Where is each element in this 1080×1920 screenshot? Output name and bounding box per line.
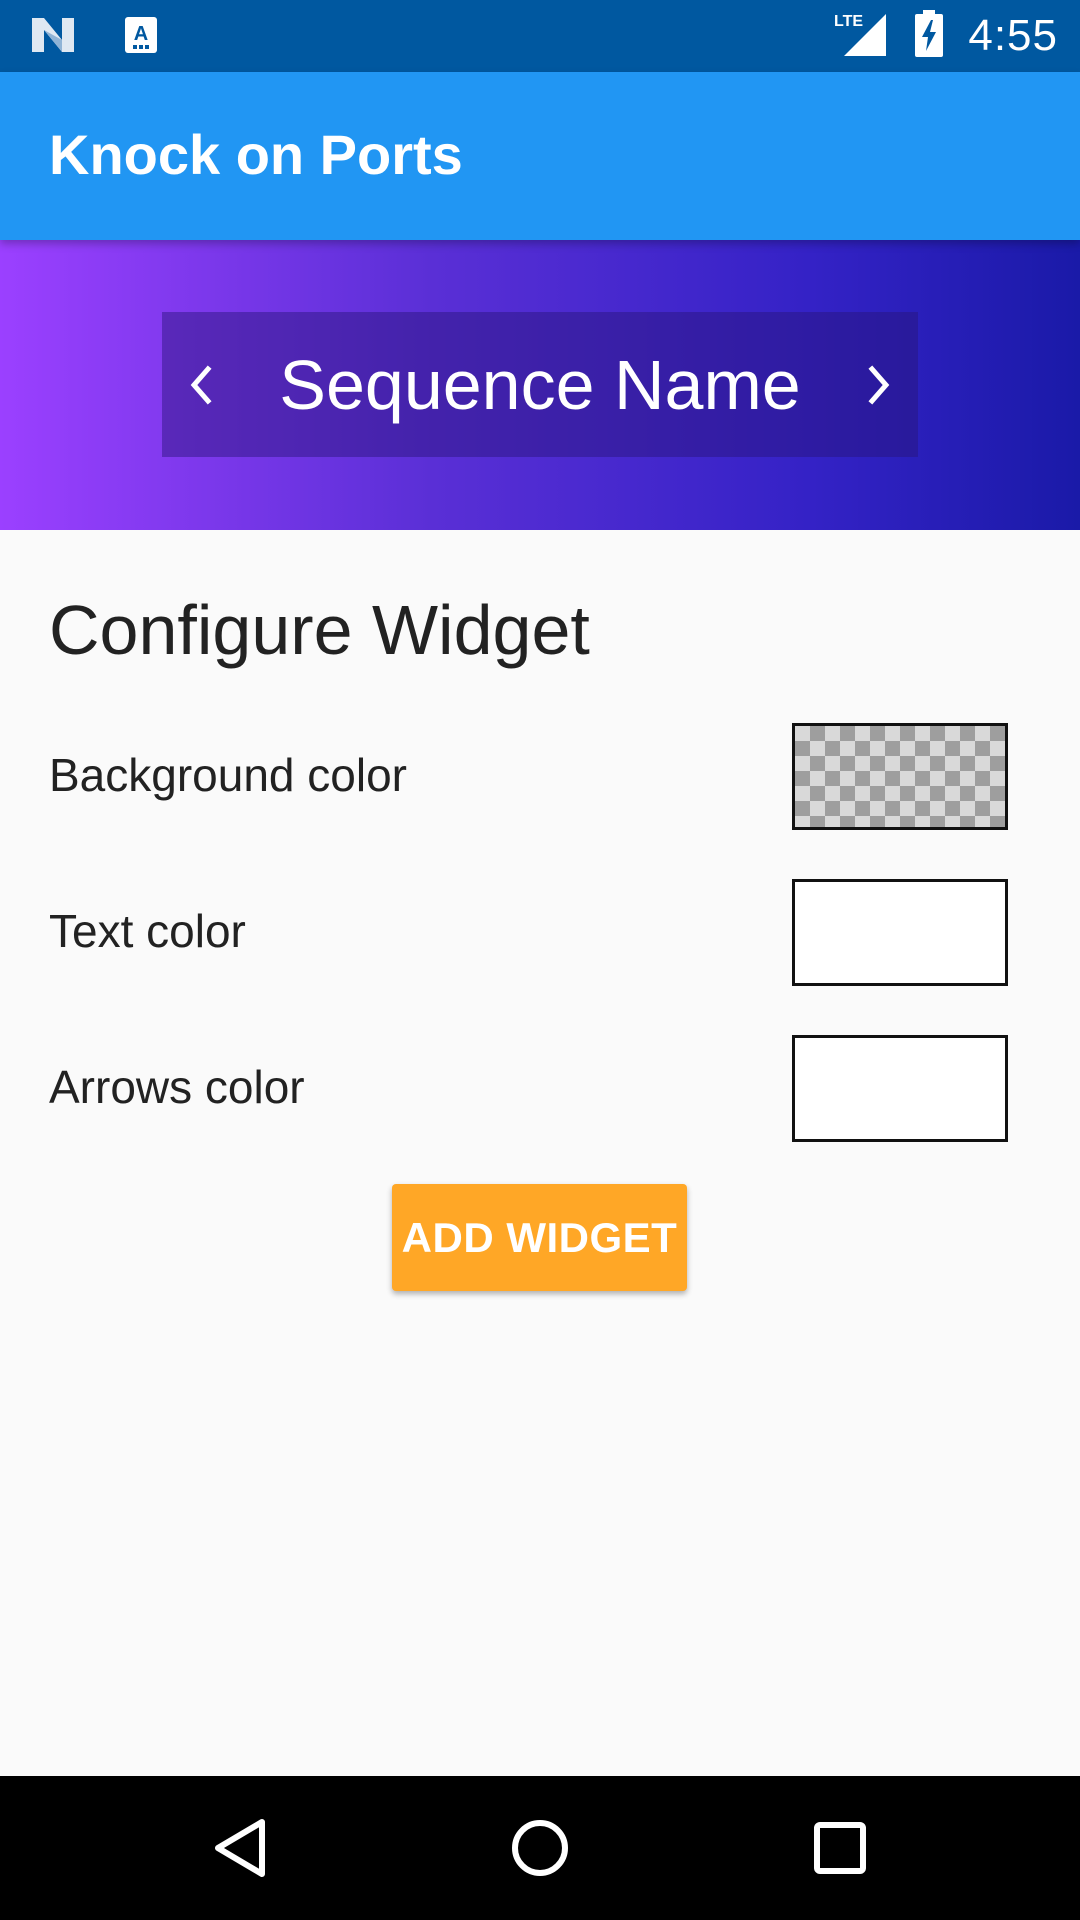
configure-widget-title: Configure Widget — [49, 591, 590, 669]
navigation-bar — [0, 1776, 1080, 1920]
background-color-label: Background color — [49, 749, 407, 801]
app-title: Knock on Ports — [49, 123, 463, 186]
text-color-label: Text color — [49, 905, 246, 957]
chevron-right-icon[interactable] — [860, 355, 900, 415]
back-icon[interactable] — [200, 1808, 280, 1888]
svg-text:LTE: LTE — [834, 13, 863, 30]
accessibility-notification-icon: A — [124, 16, 158, 59]
svg-text:A: A — [134, 23, 148, 45]
widget-preview: Sequence Name — [0, 240, 1080, 530]
status-bar: A LTE 4:55 — [0, 0, 1080, 72]
status-left: A — [30, 16, 158, 59]
add-widget-button[interactable]: ADD WIDGET — [392, 1184, 687, 1291]
n-logo-icon — [30, 16, 76, 59]
battery-charging-icon — [914, 9, 944, 63]
arrows-color-swatch[interactable] — [792, 1035, 1008, 1142]
sequence-name: Sequence Name — [279, 345, 801, 424]
chevron-left-icon[interactable] — [180, 355, 220, 415]
status-time: 4:55 — [968, 11, 1058, 60]
lte-signal-icon: LTE — [834, 10, 890, 63]
status-right: LTE 4:55 — [834, 9, 1058, 63]
text-color-swatch[interactable] — [792, 879, 1008, 986]
arrows-color-label: Arrows color — [49, 1061, 305, 1113]
background-color-swatch[interactable] — [792, 723, 1008, 830]
widget-preview-box: Sequence Name — [162, 312, 918, 457]
recents-icon[interactable] — [800, 1808, 880, 1888]
app-bar: Knock on Ports — [0, 72, 1080, 240]
home-icon[interactable] — [500, 1808, 580, 1888]
